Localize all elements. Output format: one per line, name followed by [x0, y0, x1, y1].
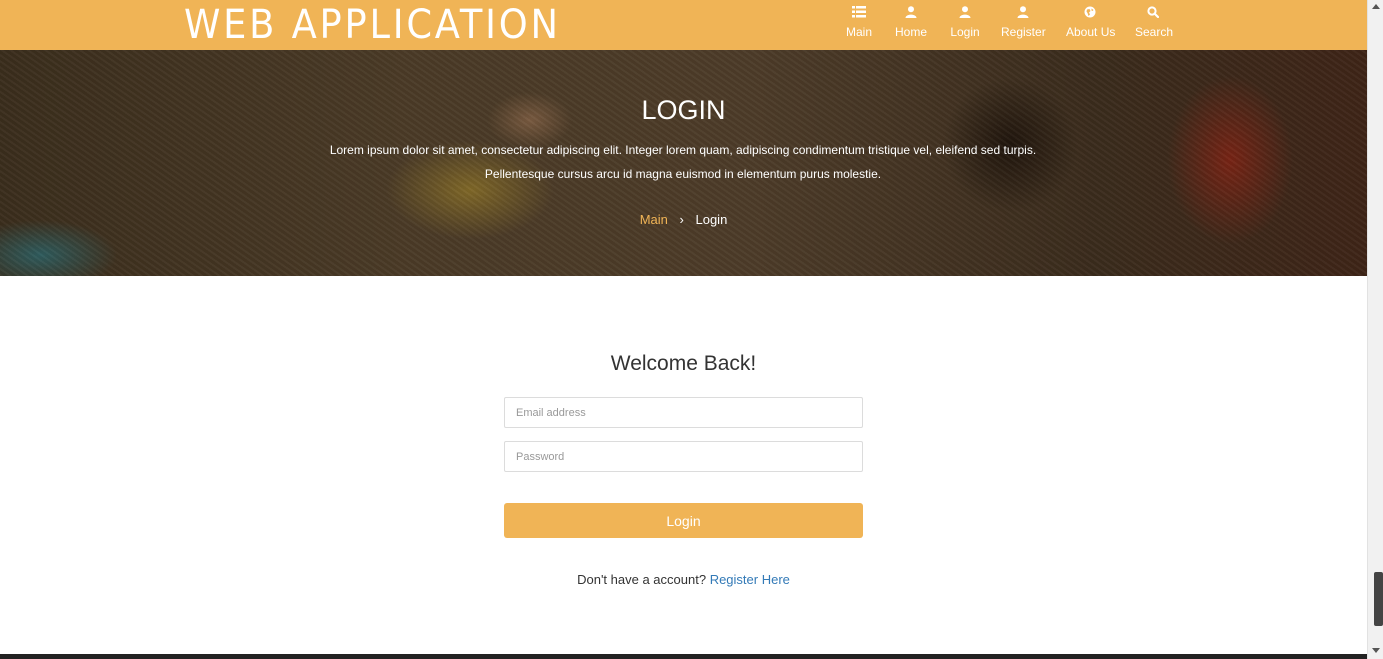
page: WEB APPLICATION Main Home Login Register… [0, 0, 1367, 659]
email-field[interactable] [504, 397, 863, 428]
nav-item-main[interactable]: Main [843, 6, 875, 46]
page-title: LOGIN [641, 95, 726, 125]
register-link[interactable]: Register Here [710, 572, 790, 587]
scroll-up-arrow-icon[interactable] [1372, 4, 1380, 9]
nav-label-register: Register [1001, 25, 1046, 39]
register-prompt-text: Don't have a account? [577, 572, 707, 587]
nav-label-home: Home [894, 25, 927, 39]
top-navbar: WEB APPLICATION Main Home Login Register… [0, 0, 1367, 50]
footer-bar [0, 654, 1367, 659]
password-field[interactable] [504, 441, 863, 472]
hero-description: Lorem ipsum dolor sit amet, consectetur … [329, 143, 1037, 181]
register-prompt: Don't have a account? Register Here [0, 572, 1367, 587]
nav-item-login[interactable]: Login [948, 6, 982, 46]
user-icon [948, 6, 982, 22]
globe-icon [1066, 6, 1114, 22]
search-icon [1135, 6, 1171, 22]
hero-banner: LOGIN Lorem ipsum dolor sit amet, consec… [0, 50, 1367, 276]
breadcrumb: Main › Login [0, 212, 1367, 227]
nav-label-login: Login [950, 25, 980, 39]
nav-item-about-us[interactable]: About Us [1066, 6, 1116, 46]
scroll-down-arrow-icon[interactable] [1372, 648, 1380, 653]
login-button[interactable]: Login [504, 503, 863, 538]
user-icon [1001, 6, 1045, 22]
nav-label-main: Main [845, 25, 872, 39]
breadcrumb-current: Login [695, 212, 728, 227]
nav-label-about-us: About Us [1066, 25, 1116, 39]
breadcrumb-main-link[interactable]: Main [640, 212, 668, 227]
nav-item-home[interactable]: Home [894, 6, 928, 46]
nav-item-search[interactable]: Search [1135, 6, 1174, 46]
scroll-thumb[interactable] [1374, 572, 1383, 626]
brand-title[interactable]: WEB APPLICATION [184, 3, 561, 47]
list-icon [843, 6, 875, 22]
nav-item-register[interactable]: Register [1001, 6, 1046, 46]
vertical-scrollbar[interactable] [1367, 0, 1383, 659]
user-icon [894, 6, 928, 22]
breadcrumb-separator: › [679, 212, 684, 227]
nav-label-search: Search [1135, 25, 1174, 39]
welcome-heading: Welcome Back! [610, 352, 757, 375]
